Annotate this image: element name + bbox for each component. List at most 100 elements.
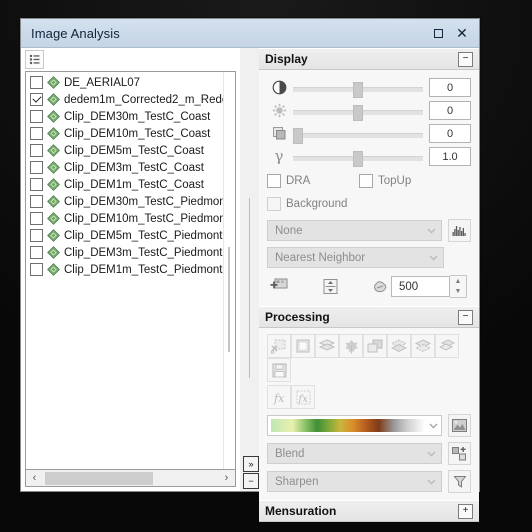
brightness-slider-thumb[interactable]	[352, 104, 363, 121]
contrast-slider-thumb[interactable]	[352, 81, 363, 98]
processing-collapse-button[interactable]: −	[458, 309, 473, 325]
layer-row[interactable]: Clip_DEM3m_TestC_Piedmont	[30, 244, 223, 261]
gamma-slider[interactable]	[293, 147, 423, 167]
function-fx-icon[interactable]: fx	[267, 385, 291, 409]
clip-icon[interactable]	[267, 334, 291, 358]
display-panel: Display − 0 0 0 γ 1.0 DRA TopUp Backgrou…	[259, 48, 479, 306]
layers-horizontal-scrollbar[interactable]: ‹ ›	[25, 470, 236, 487]
hscroll-track[interactable]	[41, 471, 220, 485]
layer-row[interactable]: Clip_DEM5m_TestC_Piedmont	[30, 227, 223, 244]
stretch-combo[interactable]: None	[267, 220, 442, 241]
transparency-value[interactable]: 0	[429, 124, 471, 143]
composite-bands-icon[interactable]	[363, 334, 387, 358]
topup-checkbox-box[interactable]	[359, 174, 373, 188]
layer-visibility-checkbox[interactable]	[30, 93, 43, 106]
dra-checkbox-box[interactable]	[267, 174, 281, 188]
mensuration-panel-header[interactable]: Mensuration +	[259, 500, 479, 522]
colorramp-preview	[271, 419, 425, 432]
scale-spinner[interactable]: 500 ▲ ▼	[369, 274, 467, 299]
stack-layers-icon[interactable]	[315, 334, 339, 358]
display-collapse-button[interactable]: −	[458, 51, 473, 67]
mensuration-expand-button[interactable]: +	[458, 503, 473, 519]
layer-row[interactable]: Clip_DEM5m_TestC_Coast	[30, 142, 223, 159]
pan-sharpen-icon[interactable]	[387, 334, 411, 358]
background-checkbox[interactable]: Background	[267, 197, 347, 211]
layer-visibility-checkbox[interactable]	[30, 246, 43, 259]
layer-row[interactable]: Clip_DEM30m_TestC_Piedmont	[30, 193, 223, 210]
layer-label: Clip_DEM10m_TestC_Coast	[64, 127, 211, 140]
background-checkbox-box[interactable]	[267, 197, 281, 211]
hscroll-thumb[interactable]	[45, 471, 153, 485]
window-titlebar[interactable]: Image Analysis ✕	[21, 19, 479, 48]
layer-row[interactable]: DE_AERIAL07	[30, 74, 223, 91]
function-editor-icon[interactable]: fx	[291, 385, 315, 409]
layer-visibility-checkbox[interactable]	[30, 195, 43, 208]
layer-visibility-checkbox[interactable]	[30, 144, 43, 157]
blend-combo[interactable]: Blend	[267, 443, 442, 464]
scale-spinner-up[interactable]: ▲	[450, 276, 466, 287]
list-options-icon[interactable]	[25, 49, 44, 69]
scroll-right-arrow[interactable]: ›	[220, 472, 233, 484]
layers-list[interactable]: DE_AERIAL07 dedem1m_Corrected2_m_Redefine…	[26, 72, 223, 469]
sharpen-combo-value: Sharpen	[275, 475, 319, 488]
colorramp-combo[interactable]	[267, 415, 442, 436]
layer-visibility-checkbox[interactable]	[30, 110, 43, 123]
histogram-button[interactable]	[448, 219, 471, 242]
topup-checkbox[interactable]: TopUp	[359, 174, 411, 188]
image-analysis-window: Image Analysis ✕ DE_AERIAL07 dedem1m_Cor…	[20, 18, 480, 522]
ortho-rectify-icon[interactable]	[411, 334, 435, 358]
layer-row[interactable]: Clip_DEM1m_TestC_Coast	[30, 176, 223, 193]
layer-row[interactable]: Clip_DEM10m_TestC_Piedmont	[30, 210, 223, 227]
layer-row[interactable]: dedem1m_Corrected2_m_Redefined	[30, 91, 223, 108]
layer-visibility-checkbox[interactable]	[30, 127, 43, 140]
scroll-left-arrow[interactable]: ‹	[28, 472, 41, 484]
pane-splitter[interactable]: » −	[240, 48, 259, 491]
raster-layer-icon	[47, 161, 60, 174]
layer-visibility-checkbox[interactable]	[30, 161, 43, 174]
resample-combo[interactable]: Nearest Neighbor	[267, 247, 444, 268]
gamma-value[interactable]: 1.0	[429, 147, 471, 166]
apply-filter-button[interactable]	[448, 470, 471, 493]
mask-icon[interactable]	[291, 334, 315, 358]
close-button[interactable]: ✕	[455, 26, 469, 40]
mosaic-layers-icon[interactable]	[435, 334, 459, 358]
contrast-slider[interactable]	[293, 78, 423, 98]
transparency-slider[interactable]	[293, 124, 423, 144]
layer-label: DE_AERIAL07	[64, 76, 141, 89]
dra-checkbox[interactable]: DRA	[267, 174, 359, 188]
processing-panel-header[interactable]: Processing −	[259, 306, 479, 328]
maximize-button[interactable]	[431, 26, 445, 40]
sharpen-combo[interactable]: Sharpen	[267, 471, 442, 492]
layer-row[interactable]: Clip_DEM1m_TestC_Piedmont	[30, 261, 223, 278]
splitter-grip[interactable]	[249, 198, 250, 378]
save-icon[interactable]	[267, 358, 291, 382]
layer-visibility-checkbox[interactable]	[30, 229, 43, 242]
add-to-display-icon[interactable]	[267, 274, 292, 299]
fit-to-display-icon[interactable]	[318, 274, 343, 299]
layer-row[interactable]: Clip_DEM30m_TestC_Coast	[30, 108, 223, 125]
gamma-slider-thumb[interactable]	[352, 150, 363, 167]
add-layer-button[interactable]	[448, 442, 471, 465]
brightness-slider[interactable]	[293, 101, 423, 121]
scale-spinner-down[interactable]: ▼	[450, 287, 466, 298]
display-panel-header[interactable]: Display −	[259, 48, 479, 70]
layer-visibility-checkbox[interactable]	[30, 178, 43, 191]
vegetation-leaf-icon[interactable]	[339, 334, 363, 358]
layer-row[interactable]: Clip_DEM10m_TestC_Coast	[30, 125, 223, 142]
layer-visibility-checkbox[interactable]	[30, 76, 43, 89]
brightness-value[interactable]: 0	[429, 101, 471, 120]
raster-layer-icon	[47, 246, 60, 259]
scale-value[interactable]: 500	[391, 276, 450, 297]
layer-row[interactable]: Clip_DEM3m_TestC_Coast	[30, 159, 223, 176]
image-properties-button[interactable]	[448, 414, 471, 437]
layers-vertical-scrollbar[interactable]	[223, 72, 235, 469]
transparency-slider-thumb[interactable]	[293, 127, 303, 144]
contrast-value[interactable]: 0	[429, 78, 471, 97]
splitter-collapse-button[interactable]: −	[243, 473, 259, 489]
layers-listbox[interactable]: DE_AERIAL07 dedem1m_Corrected2_m_Redefine…	[25, 71, 236, 470]
chevron-down-icon	[427, 451, 436, 457]
layer-visibility-checkbox[interactable]	[30, 263, 43, 276]
layer-visibility-checkbox[interactable]	[30, 212, 43, 225]
scrollbar-thumb[interactable]	[228, 247, 230, 352]
splitter-expand-button[interactable]: »	[243, 456, 259, 472]
